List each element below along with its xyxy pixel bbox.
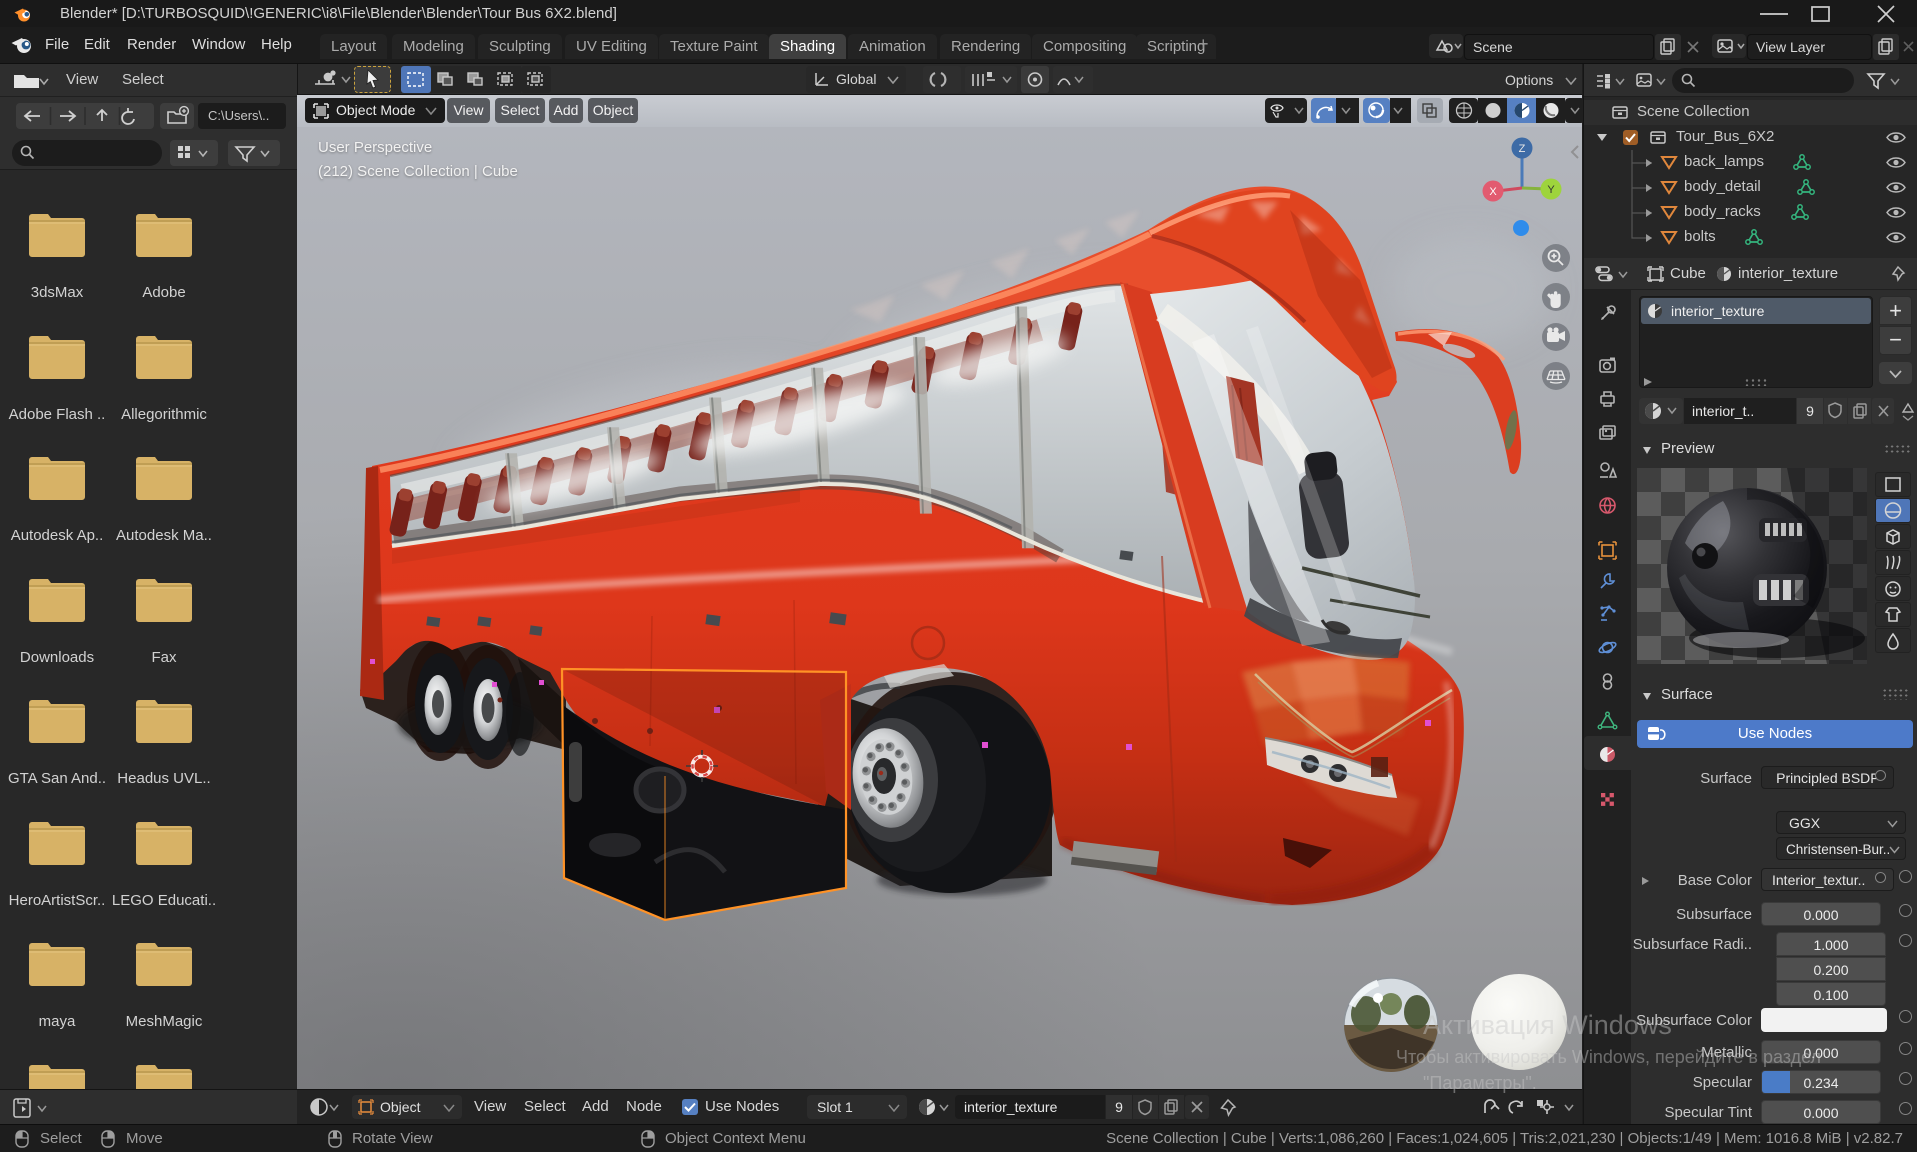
svg-text:X: X [1489,186,1497,198]
svg-text:Y: Y [1547,184,1555,196]
svg-text:Z: Z [1519,143,1526,155]
